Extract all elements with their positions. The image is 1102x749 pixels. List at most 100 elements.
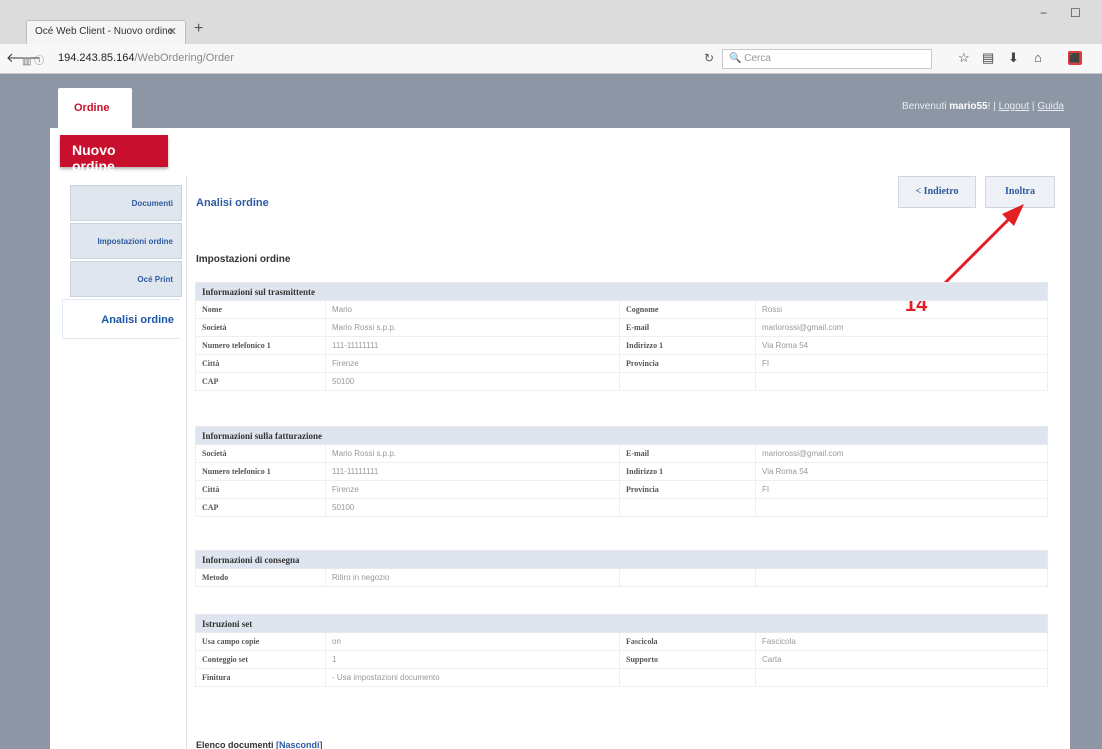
field-value: 1 xyxy=(325,650,620,669)
field-value: Fascicola xyxy=(755,632,1048,651)
download-icon[interactable]: ⬇ xyxy=(1008,50,1019,66)
username: mario55 xyxy=(949,101,988,112)
field-label: CAP xyxy=(195,498,326,517)
field-value: FI xyxy=(755,480,1048,499)
table-row: CAP 50100 xyxy=(195,372,1048,391)
maximize-icon[interactable]: ☐ xyxy=(1070,6,1081,20)
field-label: Numero telefonico 1 xyxy=(195,462,326,481)
tab-ordine[interactable]: Ordine xyxy=(58,88,132,128)
field-value: 111-11111111 xyxy=(325,336,620,355)
field-value: Firenze xyxy=(325,480,620,499)
search-input[interactable]: 🔍 Cerca xyxy=(722,49,932,69)
sidebar-item-impostazioni-ordine[interactable]: Impostazioni ordine xyxy=(70,223,182,259)
field-label: Fascicola xyxy=(619,632,756,651)
field-label: Nome xyxy=(195,300,326,319)
table-row: Numero telefonico 1 111-11111111 Indiriz… xyxy=(195,462,1048,481)
sidebar-item-analisi-ordine[interactable]: Analisi ordine xyxy=(62,299,180,339)
sidebar-item-oce-print[interactable]: Océ Print xyxy=(70,261,182,297)
field-label: Supporto xyxy=(619,650,756,669)
delivery-table: Informazioni di consegna Metodo Ritiro i… xyxy=(195,550,1048,587)
field-label: CAP xyxy=(195,372,326,391)
field-value: 50100 xyxy=(325,498,620,517)
browser-tab-title: Océ Web Client - Nuovo ordine xyxy=(35,26,174,37)
welcome-bar: Benvenuti mario55! | Logout | Guida xyxy=(902,101,1064,112)
home-icon[interactable]: ⌂ xyxy=(1034,50,1042,65)
table-row: Città Firenze Provincia FI xyxy=(195,354,1048,373)
table-row: Città Firenze Provincia FI xyxy=(195,480,1048,499)
field-label: Indirizzo 1 xyxy=(619,462,756,481)
field-label: Numero telefonico 1 xyxy=(195,336,326,355)
browser-titlebar: Océ Web Client - Nuovo ordine ✕ + − ☐ xyxy=(0,0,1102,44)
address-bar: 🡐 ▥ ⓘ 194.243.85.164/WebOrdering/Order ↻… xyxy=(0,44,1102,74)
field-value xyxy=(755,568,1048,587)
field-value: mariorossi@gmail.com xyxy=(755,318,1048,337)
field-value xyxy=(755,498,1048,517)
table-header: Informazioni di consegna xyxy=(195,550,1048,569)
table-row: Metodo Ritiro in negozio xyxy=(195,568,1048,587)
field-label: Società xyxy=(195,318,326,337)
field-value: Firenze xyxy=(325,354,620,373)
table-row: Società Mario Rossi s.p.p. E-mail marior… xyxy=(195,318,1048,337)
field-label: Usa campo copie xyxy=(195,632,326,651)
logout-link[interactable]: Logout xyxy=(999,101,1030,112)
table-header: Informazioni sulla fatturazione xyxy=(195,426,1048,445)
field-value: Rossi xyxy=(755,300,1048,319)
close-tab-icon[interactable]: ✕ xyxy=(168,25,177,38)
hide-link[interactable]: [Nascondi] xyxy=(276,740,323,749)
field-value: Carta xyxy=(755,650,1048,669)
table-row: Società Mario Rossi s.p.p. E-mail marior… xyxy=(195,444,1048,463)
table-row: Nome Mario Cognome Rossi xyxy=(195,300,1048,319)
field-label: Città xyxy=(195,354,326,373)
field-value: FI xyxy=(755,354,1048,373)
field-value xyxy=(755,668,1048,687)
new-tab-button[interactable]: + xyxy=(194,20,203,38)
field-label: Provincia xyxy=(619,480,756,499)
settings-section-title: Impostazioni ordine xyxy=(196,254,291,265)
document-list-title: Elenco documenti [Nascondi] xyxy=(196,740,323,749)
reload-icon[interactable]: ↻ xyxy=(704,51,714,65)
field-value xyxy=(755,372,1048,391)
field-value: on xyxy=(325,632,620,651)
url-host: 194.243.85.164 xyxy=(58,52,135,64)
extension-icon[interactable]: ⬛ xyxy=(1068,51,1082,65)
sidebar-item-documenti[interactable]: Documenti xyxy=(70,185,182,221)
field-label: Società xyxy=(195,444,326,463)
table-row: Usa campo copie on Fascicola Fascicola xyxy=(195,632,1048,651)
site-info-icon[interactable]: ▥ ⓘ xyxy=(22,52,44,67)
clipboard-icon[interactable]: ▤ xyxy=(982,50,994,66)
field-value: Via Roma 54 xyxy=(755,462,1048,481)
field-value: Mario Rossi s.p.p. xyxy=(325,318,620,337)
new-order-button[interactable]: Nuovo ordine xyxy=(60,135,168,174)
sender-table: Informazioni sul trasmittente Nome Mario… xyxy=(195,282,1048,391)
url-field[interactable]: 194.243.85.164/WebOrdering/Order xyxy=(58,52,234,64)
document-list-label: Elenco documenti xyxy=(196,740,274,749)
url-path: /WebOrdering/Order xyxy=(134,52,234,64)
table-row: Finitura - Usa impostazioni documento xyxy=(195,668,1048,687)
field-label xyxy=(619,668,756,687)
table-row: Conteggio set 1 Supporto Carta xyxy=(195,650,1048,669)
field-label: Provincia xyxy=(619,354,756,373)
sidebar: Documenti Impostazioni ordine Océ Print … xyxy=(62,185,186,341)
bookmark-star-icon[interactable]: ☆ xyxy=(958,50,970,66)
table-header: Informazioni sul trasmittente xyxy=(195,282,1048,301)
field-label: E-mail xyxy=(619,318,756,337)
field-value: Ritiro in negozio xyxy=(325,568,620,587)
help-link[interactable]: Guida xyxy=(1037,101,1064,112)
minimize-icon[interactable]: − xyxy=(1040,6,1047,20)
billing-table: Informazioni sulla fatturazione Società … xyxy=(195,426,1048,517)
field-label: Metodo xyxy=(195,568,326,587)
field-label: Indirizzo 1 xyxy=(619,336,756,355)
set-instructions-table: Istruzioni set Usa campo copie on Fascic… xyxy=(195,614,1048,687)
field-label: Cognome xyxy=(619,300,756,319)
field-label xyxy=(619,372,756,391)
field-value: 50100 xyxy=(325,372,620,391)
field-label: Conteggio set xyxy=(195,650,326,669)
field-value: Mario xyxy=(325,300,620,319)
field-value: 111-11111111 xyxy=(325,462,620,481)
table-row: Numero telefonico 1 111-11111111 Indiriz… xyxy=(195,336,1048,355)
table-row: CAP 50100 xyxy=(195,498,1048,517)
browser-tab[interactable]: Océ Web Client - Nuovo ordine ✕ xyxy=(26,20,186,44)
field-value: - Usa impostazioni documento xyxy=(325,668,620,687)
search-placeholder: Cerca xyxy=(744,53,771,64)
field-label: Città xyxy=(195,480,326,499)
